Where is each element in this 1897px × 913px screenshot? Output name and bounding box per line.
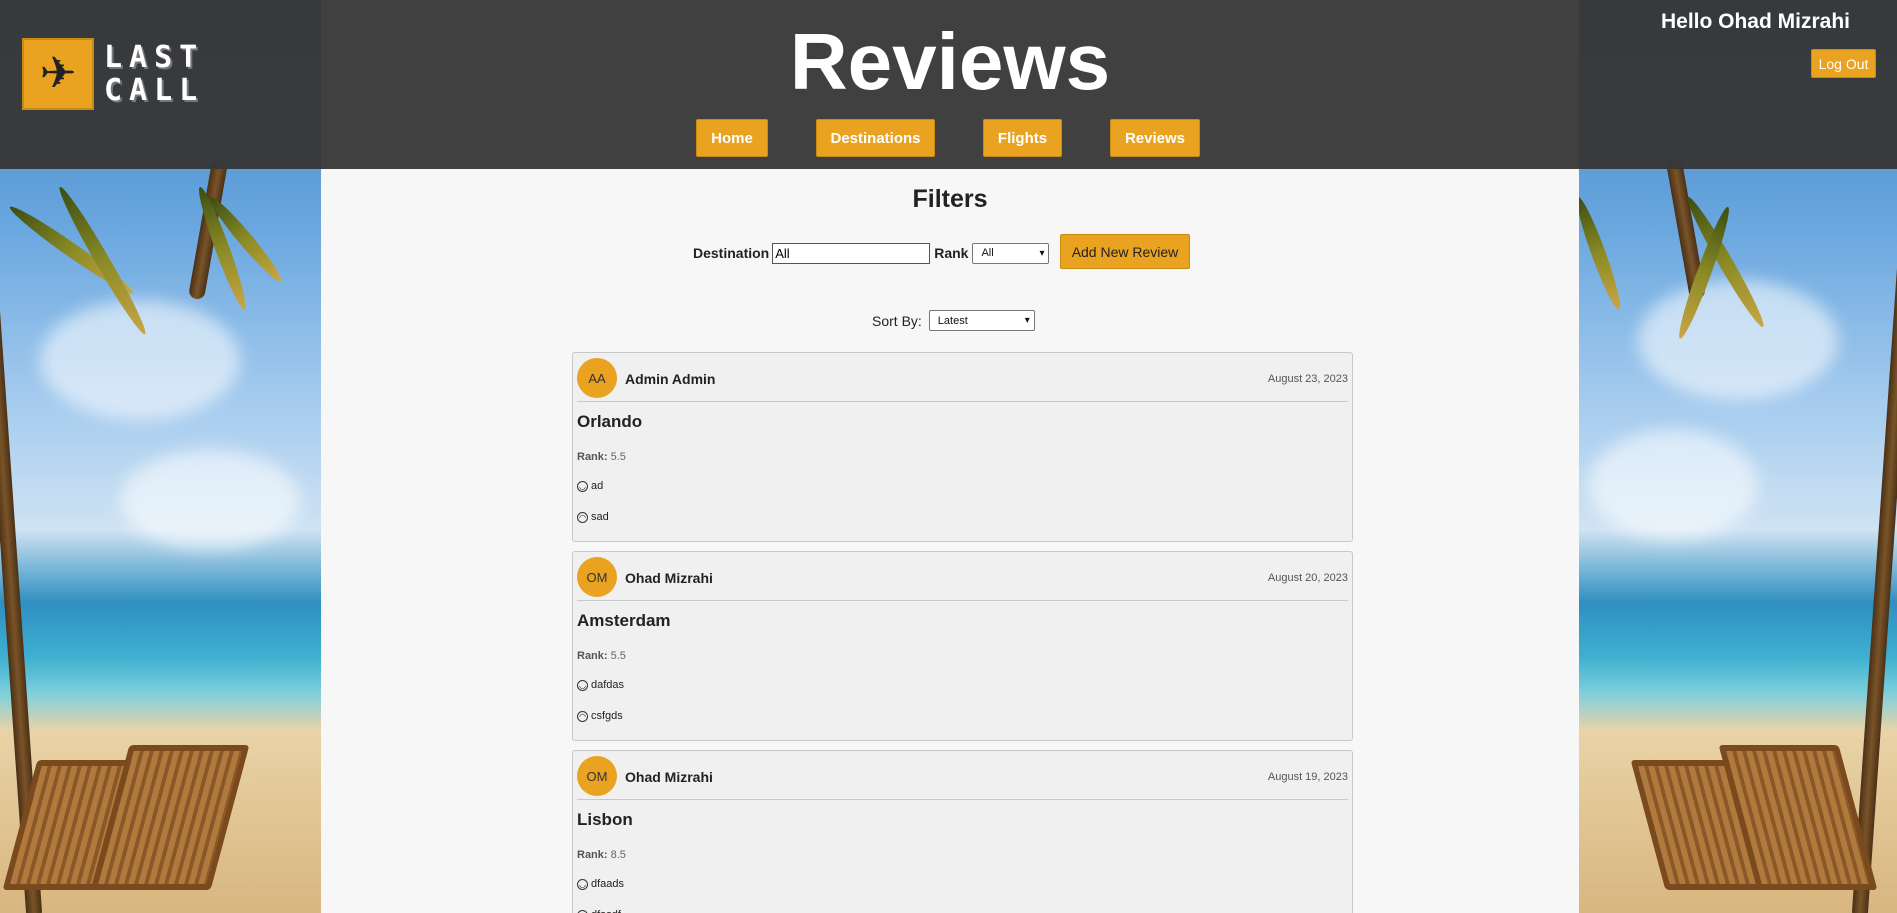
review-author: Ohad Mizrahi [625,570,713,586]
logo-text: LAST CALL [104,40,205,108]
nav-destinations-button[interactable]: Destinations [816,119,935,157]
review-rank: Rank: 5.5 [577,650,626,662]
review-rank: Rank: 8.5 [577,849,626,861]
logo[interactable]: ✈ LAST CALL [22,38,212,110]
sort-row: Sort By: Latest ▾ [872,310,1035,331]
review-date: August 19, 2023 [1267,771,1348,783]
review-date: August 23, 2023 [1267,373,1348,385]
review-destination: Amsterdam [577,611,671,630]
smile-icon: ◡ [577,679,588,691]
rank-label: Rank [934,245,969,261]
avatar: OM [577,756,617,796]
frown-icon: ◠ [577,511,588,523]
review-negative: ◠dfasdf [577,909,621,913]
review-card: OM Ohad Mizrahi August 19, 2023 Lisbon R… [572,750,1353,913]
review-author: Ohad Mizrahi [625,769,713,785]
filters-title: Filters [912,185,988,213]
add-review-button[interactable]: Add New Review [1060,234,1190,269]
review-author: Admin Admin [625,371,716,387]
review-negative: ◠ csfgds [577,710,623,722]
review-header: OM Ohad Mizrahi August 19, 2023 [577,754,1348,800]
sort-select[interactable]: Latest ▾ [928,310,1035,331]
review-destination: Orlando [577,412,643,431]
rank-select-value: All [981,247,994,259]
rank-select[interactable]: All ▾ [972,242,1050,264]
review-positive: ◡ dafdas [577,679,625,691]
smile-icon: ◡ [577,878,588,890]
destination-input[interactable] [772,242,931,264]
sort-label: Sort By: [872,312,922,329]
main-content: Filters Destination Rank All ▾ Add New R… [321,169,1579,913]
review-card: OM Ohad Mizrahi August 20, 2023 Amsterda… [572,551,1353,741]
review-header: AA Admin Admin August 23, 2023 [577,356,1348,402]
review-date: August 20, 2023 [1267,572,1348,584]
review-header: OM Ohad Mizrahi August 20, 2023 [577,555,1348,601]
review-positive: ◡ ad [577,480,604,492]
nav-home-button[interactable]: Home [696,119,768,157]
review-rank: Rank: 5.5 [577,451,626,463]
avatar: AA [577,358,617,398]
frown-icon: ◠ [577,909,588,913]
review-positive: ◡ dfaads [577,878,625,890]
frown-icon: ◠ [577,710,588,722]
page-title: Reviews [789,17,1111,106]
avatar: OM [577,557,617,597]
user-greeting: Hello Ohad Mizrahi [1660,10,1850,33]
nav-reviews-button[interactable]: Reviews [1110,119,1200,157]
destination-label: Destination [693,245,770,261]
sort-select-value: Latest [937,314,968,327]
chevron-down-icon: ▾ [1039,247,1045,259]
airplane-icon: ✈ [22,38,94,110]
smile-icon: ◡ [577,480,588,492]
logout-button[interactable]: Log Out [1811,49,1876,78]
filter-row: Destination Rank All ▾ [693,241,1050,265]
review-destination: Lisbon [577,810,633,829]
nav-flights-button[interactable]: Flights [983,119,1062,157]
review-card: AA Admin Admin August 23, 2023 Orlando R… [572,352,1353,542]
review-negative: ◠ sad [577,511,609,523]
chevron-down-icon: ▾ [1024,315,1030,326]
